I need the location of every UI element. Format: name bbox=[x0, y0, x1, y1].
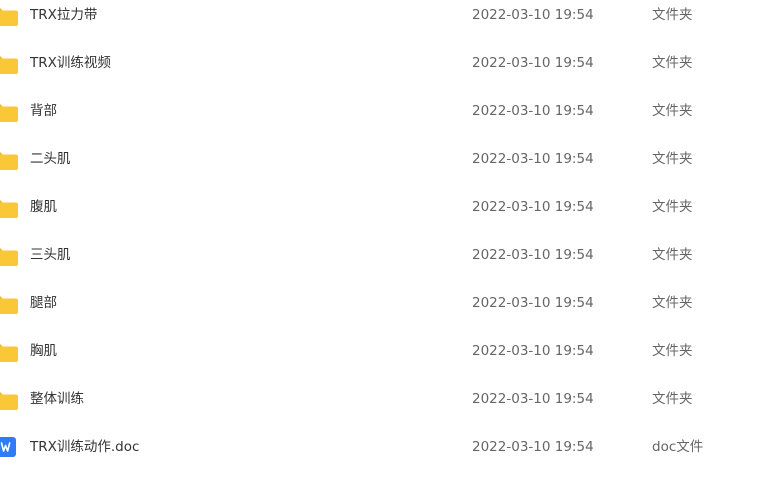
folder-icon bbox=[0, 152, 18, 170]
file-type: 文件夹 bbox=[652, 103, 693, 119]
modified-date: 2022-03-10 19:54 bbox=[472, 295, 594, 311]
modified-date: 2022-03-10 19:54 bbox=[472, 7, 594, 23]
file-row-8[interactable]: 整体训练 2022-03-10 19:54 文件夹 bbox=[0, 375, 759, 423]
folder-icon bbox=[0, 392, 18, 410]
file-row-1[interactable]: TRX训练视频 2022-03-10 19:54 文件夹 bbox=[0, 39, 759, 87]
file-type: 文件夹 bbox=[652, 199, 693, 215]
file-type: 文件夹 bbox=[652, 391, 693, 407]
modified-date: 2022-03-10 19:54 bbox=[472, 103, 594, 119]
folder-icon bbox=[0, 8, 18, 26]
file-name[interactable]: 腹肌 bbox=[30, 198, 57, 216]
file-name[interactable]: 胸肌 bbox=[30, 342, 57, 360]
modified-date: 2022-03-10 19:54 bbox=[472, 439, 594, 455]
file-row-9[interactable]: TRX训练动作.doc 2022-03-10 19:54 doc文件 bbox=[0, 423, 759, 471]
folder-icon bbox=[0, 248, 18, 266]
file-name[interactable]: 整体训练 bbox=[30, 390, 84, 408]
word-doc-icon bbox=[0, 437, 16, 457]
file-type: 文件夹 bbox=[652, 343, 693, 359]
modified-date: 2022-03-10 19:54 bbox=[472, 151, 594, 167]
file-name[interactable]: 腿部 bbox=[30, 294, 57, 312]
file-type: 文件夹 bbox=[652, 7, 693, 23]
modified-date: 2022-03-10 19:54 bbox=[472, 247, 594, 263]
file-row-4[interactable]: 腹肌 2022-03-10 19:54 文件夹 bbox=[0, 183, 759, 231]
folder-icon bbox=[0, 56, 18, 74]
file-type: doc文件 bbox=[652, 439, 704, 455]
file-type: 文件夹 bbox=[652, 151, 693, 167]
file-row-6[interactable]: 腿部 2022-03-10 19:54 文件夹 bbox=[0, 279, 759, 327]
file-name[interactable]: TRX训练动作.doc bbox=[30, 438, 139, 456]
file-row-2[interactable]: 背部 2022-03-10 19:54 文件夹 bbox=[0, 87, 759, 135]
file-type: 文件夹 bbox=[652, 55, 693, 71]
file-name[interactable]: 三头肌 bbox=[30, 246, 71, 264]
modified-date: 2022-03-10 19:54 bbox=[472, 55, 594, 71]
modified-date: 2022-03-10 19:54 bbox=[472, 343, 594, 359]
file-row-5[interactable]: 三头肌 2022-03-10 19:54 文件夹 bbox=[0, 231, 759, 279]
file-type: 文件夹 bbox=[652, 247, 693, 263]
file-type: 文件夹 bbox=[652, 295, 693, 311]
file-row-7[interactable]: 胸肌 2022-03-10 19:54 文件夹 bbox=[0, 327, 759, 375]
folder-icon bbox=[0, 296, 18, 314]
folder-icon bbox=[0, 200, 18, 218]
folder-icon bbox=[0, 344, 18, 362]
file-name[interactable]: 二头肌 bbox=[30, 150, 71, 168]
folder-icon bbox=[0, 104, 18, 122]
modified-date: 2022-03-10 19:54 bbox=[472, 391, 594, 407]
file-row-3[interactable]: 二头肌 2022-03-10 19:54 文件夹 bbox=[0, 135, 759, 183]
modified-date: 2022-03-10 19:54 bbox=[472, 199, 594, 215]
file-name[interactable]: 背部 bbox=[30, 102, 57, 120]
file-row-0[interactable]: TRX拉力带 2022-03-10 19:54 文件夹 bbox=[0, 0, 759, 39]
file-name[interactable]: TRX拉力带 bbox=[30, 6, 97, 24]
file-name[interactable]: TRX训练视频 bbox=[30, 54, 111, 72]
